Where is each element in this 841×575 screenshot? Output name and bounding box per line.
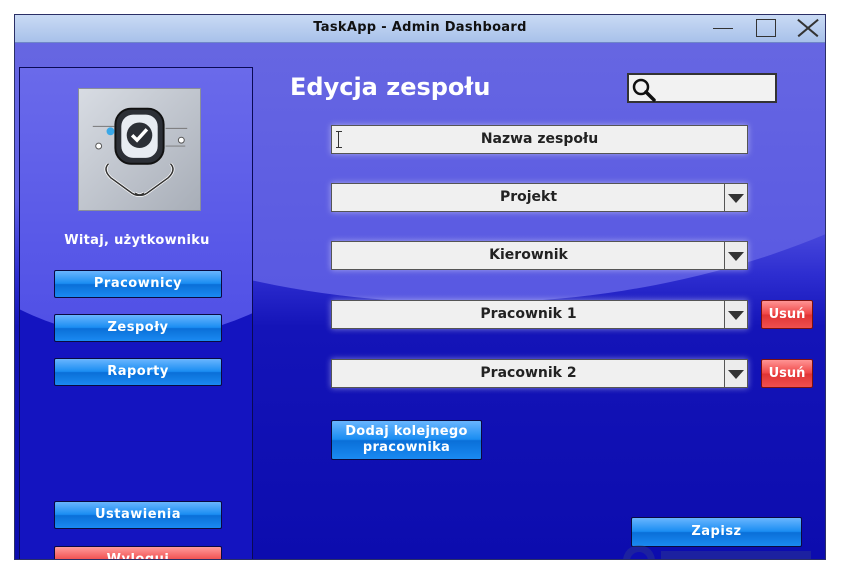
- search-icon: [632, 78, 656, 102]
- shield-check-icon: [92, 107, 188, 197]
- text-cursor-icon: [336, 131, 342, 148]
- close-button[interactable]: [795, 17, 819, 39]
- add-employee-label-line1: Dodaj kolejnego: [345, 424, 468, 439]
- watermark-icon: [623, 545, 811, 559]
- chevron-down-icon[interactable]: [724, 184, 747, 211]
- team-name-input[interactable]: Nazwa zespołu: [331, 125, 748, 154]
- add-employee-button[interactable]: Dodaj kolejnego pracownika: [331, 420, 482, 460]
- minimize-button[interactable]: [711, 17, 735, 39]
- welcome-text: Witaj, użytkowniku: [64, 233, 210, 248]
- title-bar: TaskApp - Admin Dashboard: [15, 15, 825, 43]
- employee-select-1[interactable]: Pracownik 1: [331, 300, 748, 329]
- chevron-down-icon[interactable]: [724, 242, 747, 269]
- manager-select-value: Kierownik: [489, 247, 568, 263]
- maximize-button[interactable]: [754, 17, 778, 39]
- main-area: Witaj, użytkowniku Pracownicy Zespoły Ra…: [15, 43, 825, 559]
- chevron-down-icon[interactable]: [724, 301, 747, 328]
- app-logo: [78, 88, 201, 211]
- project-select-value: Projekt: [499, 189, 558, 205]
- add-employee-label-line2: pracownika: [362, 440, 451, 455]
- employee-select-value: Pracownik 2: [480, 365, 577, 381]
- team-name-placeholder: Nazwa zespołu: [480, 131, 599, 147]
- page-title: Edycja zespołu: [290, 73, 491, 101]
- manager-select[interactable]: Kierownik: [331, 241, 748, 270]
- logout-button[interactable]: Wyloguj: [54, 546, 222, 559]
- watermark-logo: [621, 541, 821, 559]
- window-title: TaskApp - Admin Dashboard: [313, 20, 527, 35]
- remove-employee-1-button[interactable]: Usuń: [761, 300, 813, 329]
- search-input[interactable]: [627, 73, 777, 103]
- remove-employee-2-button[interactable]: Usuń: [761, 359, 813, 388]
- employee-select-value: Pracownik 1: [480, 306, 577, 322]
- sidebar: Witaj, użytkowniku Pracownicy Zespoły Ra…: [19, 67, 253, 559]
- settings-button[interactable]: Ustawienia: [54, 501, 222, 529]
- sidebar-item-reports[interactable]: Raporty: [54, 358, 222, 386]
- sidebar-item-employees[interactable]: Pracownicy: [54, 270, 222, 298]
- sidebar-item-teams[interactable]: Zespoły: [54, 314, 222, 342]
- employee-select-2[interactable]: Pracownik 2: [331, 359, 748, 388]
- project-select[interactable]: Projekt: [331, 183, 748, 212]
- app-window: TaskApp - Admin Dashboard Witaj, użytkow…: [14, 14, 826, 560]
- chevron-down-icon[interactable]: [724, 360, 747, 387]
